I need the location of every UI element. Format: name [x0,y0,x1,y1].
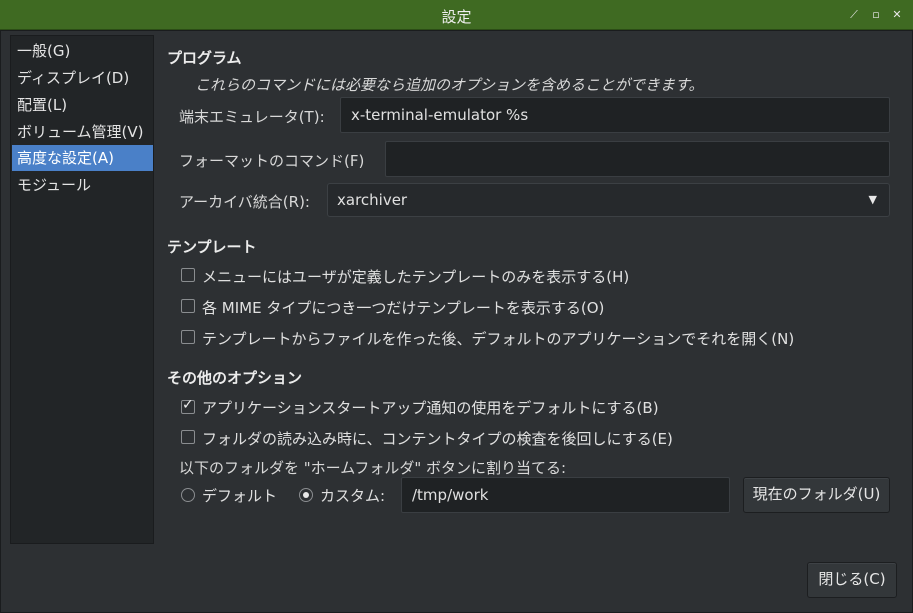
sidebar-item-advanced[interactable]: 高度な設定(A) [12,145,153,171]
archiver-label: アーカイバ統合(R): [179,193,310,211]
radio-custom[interactable] [299,488,313,502]
sidebar-item-volume[interactable]: ボリューム管理(V) [12,119,153,145]
templates-heading: テンプレート [167,238,257,256]
checkbox-label[interactable]: メニューにはユーザが定義したテンプレートのみを表示する(H) [202,266,629,287]
other-options-heading: その他のオプション [167,369,303,387]
checkbox-label[interactable]: テンプレートからファイルを作った後、デフォルトのアプリケーションでそれを開く(N… [202,328,794,349]
checkbox-defer-content-type[interactable] [181,430,195,444]
programs-heading: プログラム [167,49,242,67]
checkbox-one-template-per-mime[interactable] [181,299,195,313]
checkbox-label[interactable]: 各 MIME タイプにつき一つだけテンプレートを表示する(O) [202,297,604,318]
minimize-icon[interactable]: ⟋ [846,7,862,23]
current-folder-button[interactable]: 現在のフォルダ(U) [743,477,890,513]
checkbox-label[interactable]: アプリケーションスタートアップ通知の使用をデフォルトにする(B) [202,397,659,418]
checkbox-open-after-template[interactable] [181,330,195,344]
terminal-label: 端末エミュレータ(T): [179,108,325,126]
close-icon[interactable]: ✕ [889,7,905,23]
checkbox-startup-notification[interactable] [181,397,195,414]
archiver-select[interactable]: xarchiver ▼ [327,183,890,217]
checkbox-user-templates-only[interactable] [181,268,195,282]
sidebar: 一般(G) ディスプレイ(D) 配置(L) ボリューム管理(V) 高度な設定(A… [10,35,154,544]
format-command-input[interactable] [385,141,890,177]
radio-default[interactable] [181,488,195,502]
checkbox-label[interactable]: フォルダの読み込み時に、コンテントタイプの検査を後回しにする(E) [202,428,673,449]
dropdown-arrow-icon: ▼ [868,193,877,206]
maximize-icon[interactable]: ▫ [868,7,884,23]
sidebar-item-layout[interactable]: 配置(L) [12,92,153,118]
sidebar-item-display[interactable]: ディスプレイ(D) [12,65,153,91]
title-bar: 設定 ⟋ ▫ ✕ [0,0,913,30]
sidebar-item-general[interactable]: 一般(G) [12,38,153,64]
radio-custom-label[interactable]: カスタム: [320,485,385,506]
archiver-value: xarchiver [337,191,408,209]
home-folder-label: 以下のフォルダを "ホームフォルダ" ボタンに割り当てる: [179,459,567,477]
window-title: 設定 [441,8,472,26]
format-label: フォーマットのコマンド(F) [179,152,365,170]
terminal-input[interactable]: x-terminal-emulator %s [340,97,890,133]
programs-note: これらのコマンドには必要なら追加のオプションを含めることができます。 [195,76,704,94]
sidebar-item-modules[interactable]: モジュール [12,172,153,198]
radio-default-label[interactable]: デフォルト [202,485,277,506]
close-button[interactable]: 閉じる(C) [807,562,897,598]
custom-path-input[interactable]: /tmp/work [401,477,730,513]
